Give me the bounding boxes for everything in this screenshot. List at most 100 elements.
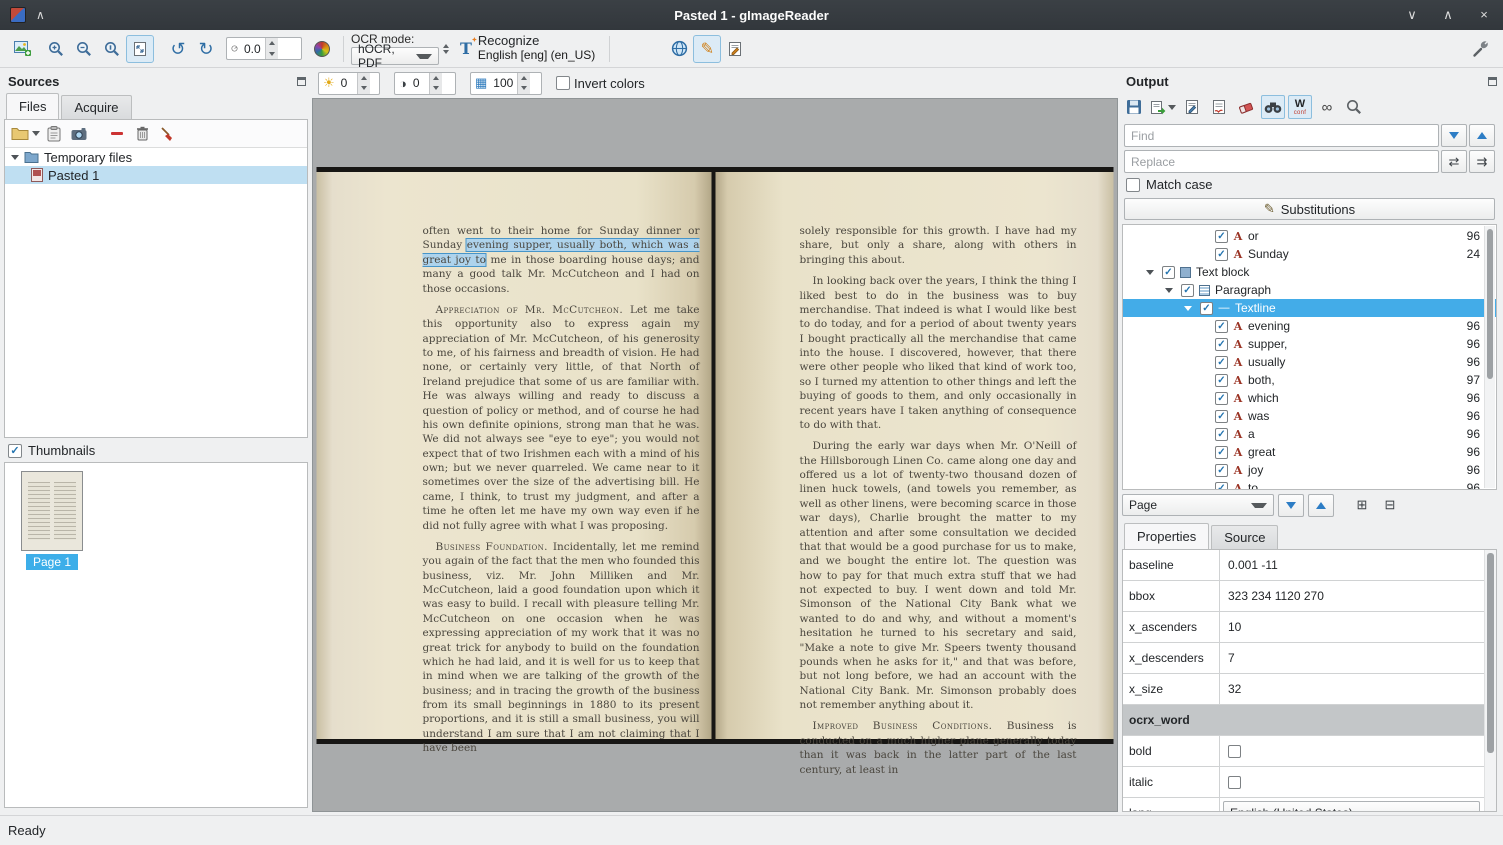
replace-all-button[interactable]: ⇉: [1469, 150, 1495, 173]
item-checkbox[interactable]: ✓: [1200, 302, 1213, 315]
tree-row-evening[interactable]: ✓Aevening96: [1123, 317, 1496, 335]
item-checkbox[interactable]: ✓: [1215, 320, 1228, 333]
tree-row-a[interactable]: ✓Aa96: [1123, 425, 1496, 443]
thumbnails-checkbox[interactable]: ✓: [8, 444, 22, 458]
minimize-button[interactable]: ∨: [1403, 7, 1421, 23]
italic-checkbox[interactable]: [1228, 776, 1241, 789]
item-checkbox[interactable]: ✓: [1215, 410, 1228, 423]
add-images-menu-icon[interactable]: [32, 131, 40, 136]
tree-scrollbar[interactable]: [1484, 226, 1495, 488]
rotation-spin-buttons[interactable]: [265, 38, 278, 59]
tab-files[interactable]: Files: [6, 93, 59, 119]
expand-all-button[interactable]: ⊞: [1350, 493, 1374, 517]
zoom-in-button[interactable]: [42, 35, 70, 63]
tree-row-to[interactable]: ✓Ato96: [1123, 479, 1496, 490]
item-checkbox[interactable]: ✓: [1215, 482, 1228, 491]
tree-row-text-block[interactable]: ✓Text block: [1123, 263, 1496, 281]
recognize-button[interactable]: T Recognize English [eng] (en_US): [453, 32, 602, 65]
paste-button[interactable]: [43, 122, 65, 146]
item-checkbox[interactable]: ✓: [1215, 356, 1228, 369]
item-checkbox[interactable]: ✓: [1215, 338, 1228, 351]
replace-button[interactable]: ⇄: [1441, 150, 1467, 173]
item-checkbox[interactable]: ✓: [1215, 374, 1228, 387]
tree-row-which[interactable]: ✓Awhich96: [1123, 389, 1496, 407]
language-button[interactable]: [665, 35, 693, 63]
replace-input[interactable]: [1124, 150, 1439, 173]
open-hocr-button[interactable]: [1180, 95, 1204, 119]
add-image-button[interactable]: [8, 35, 36, 63]
item-checkbox[interactable]: ✓: [1215, 230, 1228, 243]
tab-acquire[interactable]: Acquire: [61, 95, 131, 119]
expander-icon[interactable]: [11, 155, 19, 160]
tree-row-joy[interactable]: ✓Ajoy96: [1123, 461, 1496, 479]
tree-row-textline[interactable]: ✓—Textline: [1123, 299, 1496, 317]
tree-row-both[interactable]: ✓Aboth,97: [1123, 371, 1496, 389]
expander-icon[interactable]: [1165, 288, 1173, 293]
item-checkbox[interactable]: ✓: [1215, 392, 1228, 405]
show-confidence-toggle[interactable]: W conf: [1288, 95, 1312, 119]
find-next-button[interactable]: [1441, 124, 1467, 147]
zoom-original-button[interactable]: [98, 35, 126, 63]
expander-icon[interactable]: [1146, 270, 1154, 275]
tree-row-paragraph[interactable]: ✓Paragraph: [1123, 281, 1496, 299]
link-selection-button[interactable]: ∞: [1315, 95, 1339, 119]
lang-combo[interactable]: English (United States): [1223, 801, 1480, 812]
tree-scrollbar-thumb[interactable]: [1487, 229, 1493, 379]
find-replace-toggle[interactable]: [1261, 95, 1285, 119]
save-output-button[interactable]: [1122, 95, 1146, 119]
item-checkbox[interactable]: ✓: [1181, 284, 1194, 297]
tree-row-great[interactable]: ✓Agreat96: [1123, 443, 1496, 461]
tab-source[interactable]: Source: [1211, 525, 1278, 549]
item-checkbox[interactable]: ✓: [1215, 248, 1228, 261]
tree-row-was[interactable]: ✓Awas96: [1123, 407, 1496, 425]
item-checkbox[interactable]: ✓: [1215, 446, 1228, 459]
zoom-out-button[interactable]: [70, 35, 98, 63]
maximize-button[interactable]: ∧: [1439, 7, 1457, 23]
highlight-mode-button[interactable]: ✎: [693, 35, 721, 63]
menubar-expand-icon[interactable]: ∧: [36, 8, 45, 22]
invert-colors-checkbox[interactable]: [556, 76, 570, 90]
image-canvas[interactable]: often went to their home for Sunday dinn…: [312, 98, 1118, 812]
add-images-button[interactable]: [9, 122, 31, 146]
spellcheck-button[interactable]: [1207, 95, 1231, 119]
tree-item-pasted-1[interactable]: Pasted 1: [5, 166, 307, 184]
export-button[interactable]: [1149, 95, 1177, 119]
contrast-spinbox[interactable]: ◑ 0: [394, 72, 456, 95]
rotate-right-button[interactable]: ↻: [192, 35, 220, 63]
tree-row-sunday[interactable]: ✓ASunday24: [1123, 245, 1496, 263]
remove-image-button[interactable]: [106, 122, 128, 146]
detach-output-icon[interactable]: [1488, 77, 1497, 86]
resolution-spin-buttons[interactable]: [517, 73, 530, 94]
find-prev-button[interactable]: [1469, 124, 1495, 147]
preferences-button[interactable]: [1467, 35, 1495, 63]
item-checkbox[interactable]: ✓: [1215, 428, 1228, 441]
bold-checkbox[interactable]: [1228, 745, 1241, 758]
item-checkbox[interactable]: ✓: [1162, 266, 1175, 279]
close-button[interactable]: ×: [1475, 7, 1493, 23]
proofread-button[interactable]: [721, 35, 749, 63]
zoom-fit-button[interactable]: [126, 35, 154, 63]
tree-row-supper[interactable]: ✓Asupper,96: [1123, 335, 1496, 353]
ocr-mode-combo[interactable]: hOCR, PDF: [351, 47, 439, 65]
contrast-spin-buttons[interactable]: [429, 73, 442, 94]
export-menu-icon[interactable]: [1168, 105, 1176, 110]
brightness-spinbox[interactable]: ☀ 0: [318, 72, 380, 95]
resolution-spinbox[interactable]: ▦ 100: [470, 72, 542, 95]
zoom-to-selection-button[interactable]: [1342, 95, 1366, 119]
thumbnails-toggle[interactable]: ✓ Thumbnails: [8, 443, 95, 458]
expander-icon[interactable]: [1184, 306, 1192, 311]
item-checkbox[interactable]: ✓: [1215, 464, 1228, 477]
delete-image-button[interactable]: [131, 122, 153, 146]
tab-properties[interactable]: Properties: [1124, 523, 1209, 549]
clear-output-button[interactable]: [1234, 95, 1258, 119]
properties-scrollbar[interactable]: [1484, 550, 1496, 811]
substitutions-button[interactable]: ✎ Substitutions: [1124, 198, 1495, 220]
rotation-spinbox[interactable]: 0.0: [226, 37, 302, 60]
prev-page-button[interactable]: [1308, 494, 1334, 517]
screenshot-button[interactable]: [68, 122, 90, 146]
navigation-target-combo[interactable]: Page: [1122, 494, 1274, 516]
tree-row-usually[interactable]: ✓Ausually96: [1123, 353, 1496, 371]
detach-sources-icon[interactable]: [297, 77, 306, 86]
tree-item-temporary-files[interactable]: Temporary files: [5, 148, 307, 166]
match-case-toggle[interactable]: Match case: [1126, 177, 1212, 192]
